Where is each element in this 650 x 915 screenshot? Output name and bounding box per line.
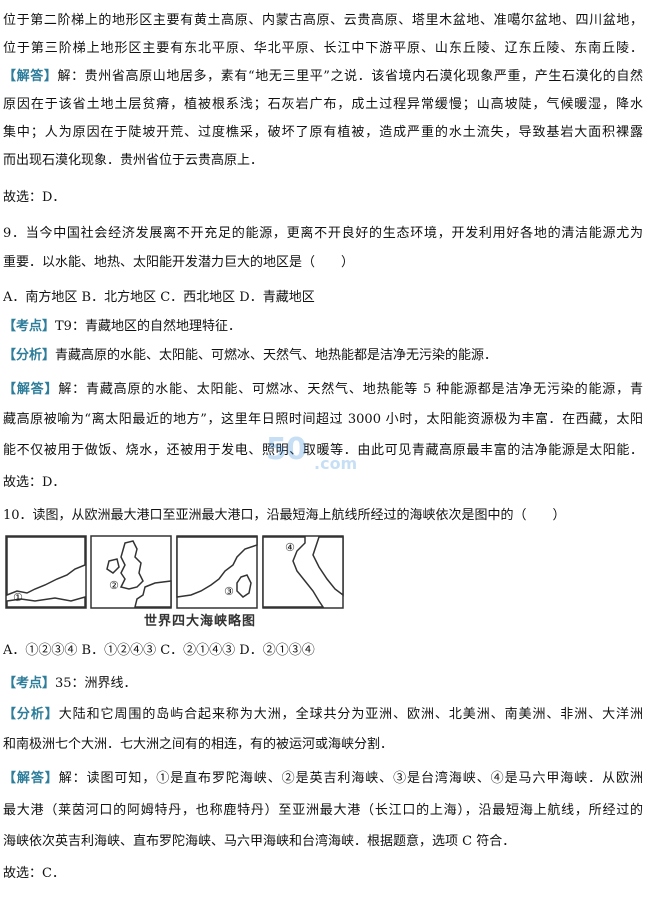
question-9-stem: 重要．以水能、地热、太阳能开发潜力巨大的地区是（ ） bbox=[3, 255, 355, 270]
text-line: 【考点】T9：青藏地区的自然地理特征． bbox=[3, 319, 241, 334]
strait-maps-drawing: ① ② ③ ④ bbox=[5, 535, 344, 609]
text-line: 最大港（莱茵河口的阿姆特丹，也称鹿特丹）至亚洲最大港（长江口的上海），沿最短海上… bbox=[3, 803, 643, 818]
section-tag-point: 【考点】 bbox=[3, 319, 56, 334]
text-line: 【考点】35：洲界线． bbox=[3, 676, 137, 691]
figure-caption: 世界四大海峡略图 bbox=[143, 614, 256, 629]
section-tag-answer: 【解答】 bbox=[3, 69, 58, 84]
section-tag-analysis: 【分析】 bbox=[3, 707, 59, 722]
answer-line: 故选：D． bbox=[3, 475, 66, 490]
strait-label-4: ④ bbox=[285, 541, 295, 554]
text-line: 能不仅被用于做饭、烧水，还被用于发电、照明、取暖等．由此可见青藏高原最丰富的洁净… bbox=[3, 443, 643, 458]
text-line: 和南极洲七个大洲．七大洲之间有的相连，有的被运河或海峡分割． bbox=[3, 737, 394, 752]
text-line: 【分析】青藏高原的水能、太阳能、可燃冰、天然气、地热能都是洁净无污染的能源． bbox=[3, 348, 498, 363]
question-10-stem: 10．读图，从欧洲最大港口至亚洲最大港口，沿最短海上航线所经过的海峡依次是图中的… bbox=[3, 508, 566, 523]
text-line: 藏高原被喻为“离太阳最近的地方”，这里年日照时间超过 3000 小时，太阳能资源… bbox=[3, 412, 643, 427]
text-line: 【解答】解：读图可知，①是直布罗陀海峡、②是英吉利海峡、③是台湾海峡、④是马六甲… bbox=[3, 771, 643, 786]
question-9-options: A．南方地区 B．北方地区 C．西北地区 D．青藏地区 bbox=[3, 290, 315, 305]
question-10-options: A．①②③④ B．①②④③ C．②①④③ D．②①③④ bbox=[3, 643, 315, 658]
document-page: 位于第二阶梯上的地形区主要有黄土高原、内蒙古高原、云贵高原、塔里木盆地、准噶尔盆… bbox=[0, 0, 650, 915]
strait-label-2: ② bbox=[109, 579, 119, 592]
text-line: 位于第三阶梯上地形区主要有东北平原、华北平原、长江中下游平原、山东丘陵、辽东丘陵… bbox=[3, 41, 643, 56]
section-tag-answer: 【解答】 bbox=[3, 771, 59, 786]
section-tag-answer: 【解答】 bbox=[3, 382, 59, 397]
strait-maps-figure: ① ② ③ ④ 世界四大海峡略图 bbox=[5, 535, 345, 635]
answer-line: 故选：C． bbox=[3, 866, 65, 881]
text-line: 【分析】大陆和它周围的岛屿合起来称为大洲，全球共分为亚洲、欧洲、北美洲、南美洲、… bbox=[3, 707, 643, 722]
text-line: 而出现石漠化现象．贵州省位于云贵高原上． bbox=[3, 153, 264, 168]
text-line: 【解答】解：青藏高原的水能、太阳能、可燃冰、天然气、地热能等 5 种能源都是洁净… bbox=[3, 382, 643, 397]
text-line: 集中；人为原因在于陡坡开荒、过度樵采，破坏了原有植被，造成严重的水土流失，导致基… bbox=[3, 125, 643, 140]
text-line: 原因在于该省土地土层贫瘠，植被根系浅；石灰岩广布，成土过程异常缓慢；山高坡陡，气… bbox=[3, 97, 643, 112]
question-9-stem: 9．当今中国社会经济发展离不开充足的能源，更离不开良好的生态环境，开发利用好各地… bbox=[3, 226, 643, 241]
text-line: 位于第二阶梯上的地形区主要有黄土高原、内蒙古高原、云贵高原、塔里木盆地、准噶尔盆… bbox=[3, 13, 643, 28]
strait-label-1: ① bbox=[13, 591, 23, 604]
answer-line: 故选：D． bbox=[3, 190, 66, 205]
section-tag-point: 【考点】 bbox=[3, 676, 56, 691]
text-line: 【解答】解：贵州省高原山地居多，素有“地无三里平”之说．该省境内石漠化现象严重，… bbox=[3, 69, 643, 84]
strait-label-3: ③ bbox=[224, 585, 234, 598]
section-tag-analysis: 【分析】 bbox=[3, 348, 56, 363]
text-line: 海峡依次英吉利海峡、直布罗陀海峡、马六甲海峡和台湾海峡．根据题意，选项 C 符合… bbox=[3, 834, 516, 849]
